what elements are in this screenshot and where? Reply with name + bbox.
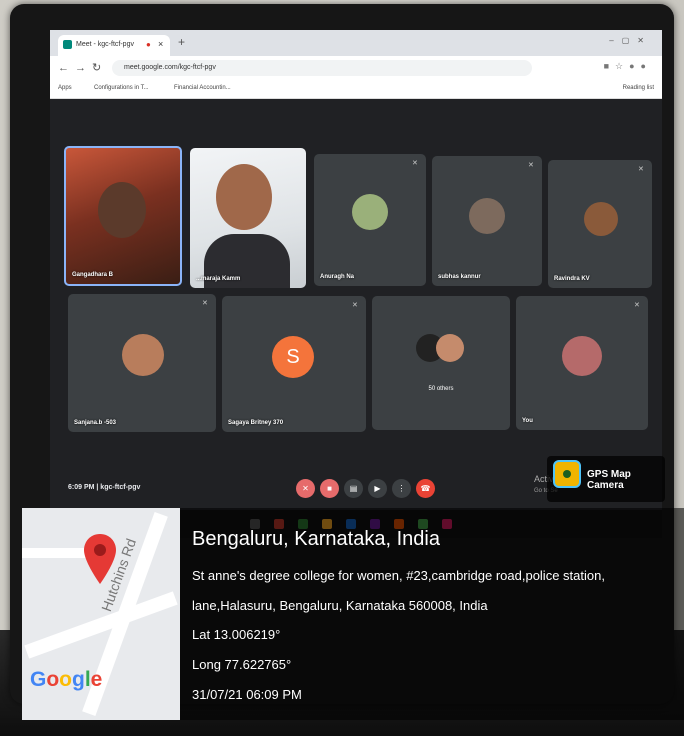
address-bar-row: ←→↻ meet.google.com/kgc-ftcf-pgv ■☆●● xyxy=(50,56,662,80)
more-options-button[interactable]: ⋮ xyxy=(392,479,411,498)
self-avatar xyxy=(562,336,602,376)
gps-camera-app-icon xyxy=(553,460,581,488)
participant-tile[interactable]: ✕ subhas kannur xyxy=(432,156,542,286)
meet-favicon-icon xyxy=(63,40,72,49)
leave-call-button[interactable]: ☎ xyxy=(416,479,435,498)
participant-avatar xyxy=(469,198,505,234)
mic-off-icon: ✕ xyxy=(638,166,644,173)
bookmarks-bar: Apps Configurations in T... Financial Ac… xyxy=(50,80,662,99)
bookmark-apps[interactable]: Apps xyxy=(58,85,72,91)
participant-tile-others[interactable]: 50 others xyxy=(372,296,510,430)
participant-tile[interactable]: ✕ Anuragh Na xyxy=(314,154,426,286)
timestamp: 31/07/21 06:09 PM xyxy=(192,687,302,702)
participant-tile[interactable]: ✕ Ravindra KV xyxy=(548,160,652,288)
participant-video xyxy=(216,164,272,230)
participant-tile[interactable]: ✕ S Sagaya Britney 370 xyxy=(222,296,366,432)
others-count: 50 others xyxy=(428,386,454,392)
reading-list[interactable]: Reading list xyxy=(623,85,654,91)
captions-button[interactable]: ▤ xyxy=(344,479,363,498)
address-line-2: lane,Halasuru, Bengaluru, Karnataka 5600… xyxy=(192,598,488,613)
mic-off-icon: ✕ xyxy=(352,302,358,309)
gps-camera-app-name: GPS Map Camera xyxy=(587,469,631,491)
longitude: Long 77.622765° xyxy=(192,657,292,672)
participant-avatar xyxy=(584,202,618,236)
participant-initial-avatar: S xyxy=(272,336,314,378)
latitude: Lat 13.006219° xyxy=(192,627,281,642)
gps-camera-badge: GPS Map Camera xyxy=(547,456,665,502)
camera-toggle-button[interactable]: ■ xyxy=(320,479,339,498)
nav-buttons[interactable]: ←→↻ xyxy=(58,61,107,74)
browser-tab-bar: Meet - kgc-ftcf-pgv ● × + –▢✕ xyxy=(50,30,662,56)
recording-dot-icon: ● xyxy=(146,40,151,49)
mic-off-icon: ✕ xyxy=(412,160,418,167)
participant-avatar xyxy=(436,334,464,362)
participant-tile[interactable]: Gangadhara B xyxy=(64,146,182,286)
participant-tile[interactable]: ✕ Sanjana.b -503 xyxy=(68,294,216,432)
google-logo: Google xyxy=(30,668,103,691)
tab-title: Meet - kgc-ftcf-pgv xyxy=(76,41,134,48)
location-city: Bengaluru, Karnataka, India xyxy=(192,528,440,550)
mic-off-icon: ✕ xyxy=(528,162,534,169)
url-input[interactable]: meet.google.com/kgc-ftcf-pgv xyxy=(112,60,532,76)
window-controls[interactable]: –▢✕ xyxy=(609,36,652,45)
new-tab-button[interactable]: + xyxy=(178,35,185,49)
bookmark-financial[interactable]: Financial Accountin... xyxy=(174,85,231,91)
bookmark-configurations[interactable]: Configurations in T... xyxy=(94,85,149,91)
tab-close-button[interactable]: × xyxy=(158,39,163,49)
meeting-time: 6:09 PM | kgc-ftcf-pgv xyxy=(68,484,141,491)
participant-avatar xyxy=(122,334,164,376)
mic-off-icon: ✕ xyxy=(634,302,640,309)
participant-tile[interactable]: ...maraja Kamm xyxy=(190,148,306,288)
mic-toggle-button[interactable]: ✕ xyxy=(296,479,315,498)
present-button[interactable]: ▶ xyxy=(368,479,387,498)
address-line-1: St anne's degree college for women, #23,… xyxy=(192,568,605,583)
self-tile[interactable]: ✕ You xyxy=(516,296,648,430)
mic-off-icon: ✕ xyxy=(202,300,208,307)
participant-avatar xyxy=(352,194,388,230)
mini-map: Hutchins Rd Google xyxy=(22,508,180,720)
extensions-icons[interactable]: ■☆●● xyxy=(604,61,652,72)
browser-tab[interactable]: Meet - kgc-ftcf-pgv ● × xyxy=(58,35,170,56)
participant-video xyxy=(98,182,146,238)
